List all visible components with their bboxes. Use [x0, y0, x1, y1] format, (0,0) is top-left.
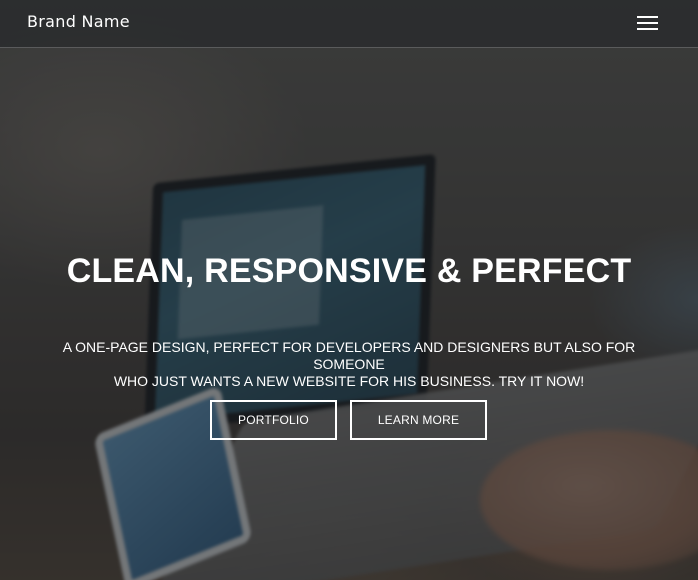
hamburger-bar	[637, 28, 658, 30]
hamburger-bar	[637, 22, 658, 24]
portfolio-button[interactable]: PORTFOLIO	[210, 400, 337, 440]
hero-section: CLEAN, RESPONSIVE & PERFECT A ONE-PAGE D…	[0, 0, 698, 580]
hamburger-bar	[637, 16, 658, 18]
landing-page: Brand Name CLEAN, RESPONSIVE & PERFECT A…	[0, 0, 698, 580]
hero-subtitle-line-1: A ONE-PAGE DESIGN, PERFECT FOR DEVELOPER…	[62, 339, 636, 372]
navbar: Brand Name	[0, 0, 698, 48]
hero-subtitle-line-2: WHO JUST WANTS A NEW WEBSITE FOR HIS BUS…	[113, 373, 585, 389]
hamburger-menu-icon[interactable]	[632, 12, 662, 36]
hero-title: CLEAN, RESPONSIVE & PERFECT	[66, 252, 632, 290]
hero-subtitle: A ONE-PAGE DESIGN, PERFECT FOR DEVELOPER…	[40, 339, 658, 390]
brand-logo-link[interactable]: Brand Name	[27, 12, 130, 31]
learn-more-button[interactable]: LEARN MORE	[350, 400, 487, 440]
